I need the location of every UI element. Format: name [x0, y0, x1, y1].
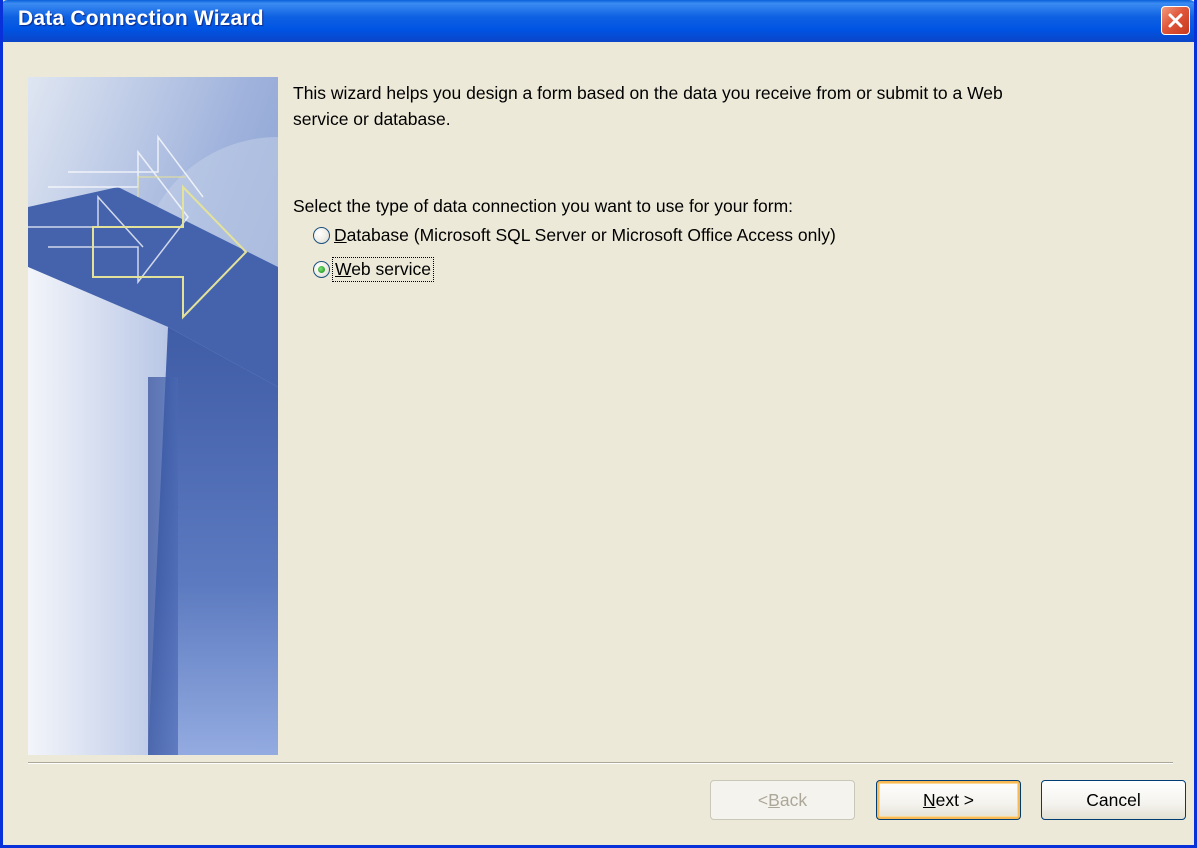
radio-selected-dot: [318, 265, 325, 273]
back-rest: ack: [779, 789, 808, 810]
intro-line-1: This wizard helps you design a form base…: [293, 83, 1003, 103]
wizard-content: This wizard helps you design a form base…: [293, 80, 1183, 287]
intro-text: This wizard helps you design a form base…: [293, 80, 1183, 132]
back-button[interactable]: < Back: [710, 780, 855, 820]
database-radio[interactable]: [313, 226, 330, 244]
button-separator: [28, 762, 1173, 764]
web-service-accel: W: [335, 258, 352, 279]
next-accel: N: [922, 789, 936, 810]
back-prefix: <: [757, 789, 769, 810]
option-database[interactable]: Database (Microsoft SQL Server or Micros…: [313, 219, 1183, 251]
next-button[interactable]: Next >: [876, 780, 1021, 820]
database-label[interactable]: Database (Microsoft SQL Server or Micros…: [334, 225, 836, 246]
database-accel: D: [334, 224, 347, 245]
window-title: Data Connection Wizard: [18, 7, 264, 30]
close-button[interactable]: [1161, 6, 1190, 35]
title-bar[interactable]: Data Connection Wizard: [3, 0, 1194, 42]
cancel-button[interactable]: Cancel: [1041, 780, 1186, 820]
intro-line-2: service or database.: [293, 109, 451, 129]
database-label-rest: atabase (Microsoft SQL Server or Microso…: [346, 224, 836, 245]
web-service-label-rest: eb service: [351, 258, 431, 279]
close-icon: [1168, 13, 1183, 28]
next-rest: ext >: [935, 789, 975, 810]
web-service-label[interactable]: Web service: [332, 256, 434, 282]
option-web-service[interactable]: Web service: [313, 251, 1183, 287]
back-accel: B: [768, 789, 780, 810]
wizard-side-graphic: [28, 77, 278, 755]
wizard-window: Data Connection Wizard This wizard helps…: [0, 0, 1197, 848]
connection-type-prompt: Select the type of data connection you w…: [293, 196, 794, 216]
web-service-radio[interactable]: [313, 260, 330, 278]
